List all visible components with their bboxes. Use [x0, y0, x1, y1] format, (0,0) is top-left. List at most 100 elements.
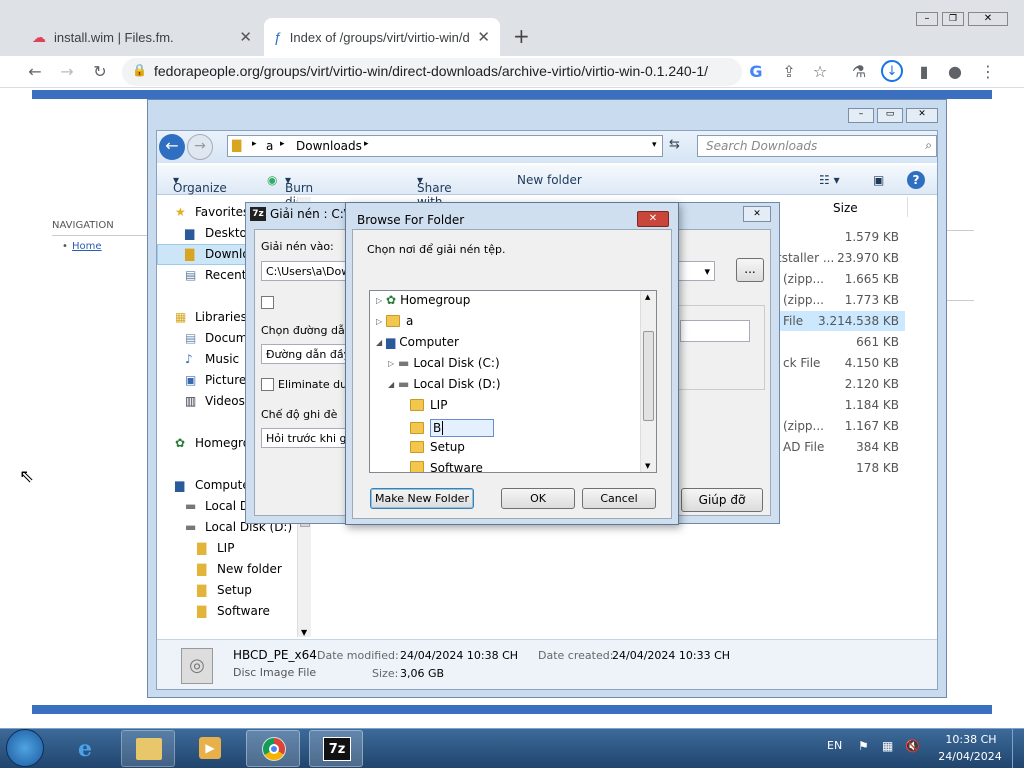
- nav-favorites[interactable]: Favorites: [195, 205, 249, 219]
- nav-local-c[interactable]: Local D: [205, 499, 249, 513]
- chevron-down-icon[interactable]: ▾: [652, 140, 657, 150]
- nav-recent[interactable]: Recent: [205, 268, 246, 282]
- folder-tree[interactable]: ▷ ✿ Homegroup ▷ a ◢ ▆ Computer ▷ ▬ Local Disk (…: [369, 290, 657, 473]
- extensions-icon[interactable]: ⚗: [848, 62, 870, 82]
- tree-item-computer[interactable]: ◢ ▆ Computer: [376, 335, 459, 349]
- taskbar-media-player[interactable]: ▶: [183, 730, 237, 767]
- scroll-down-icon[interactable]: ▼: [301, 628, 307, 637]
- view-options-icon[interactable]: ☷ ▾: [819, 173, 840, 187]
- google-lens-icon[interactable]: G: [745, 62, 767, 82]
- nav-videos[interactable]: Videos: [205, 394, 245, 408]
- nav-folder-lip[interactable]: LIP: [217, 541, 234, 555]
- nav-folder-setup[interactable]: Setup: [217, 583, 252, 597]
- column-header-size[interactable]: Size: [833, 201, 858, 215]
- breadcrumb-item[interactable]: Downloads: [296, 139, 362, 153]
- tree-item-setup[interactable]: Setup: [410, 440, 465, 454]
- start-button[interactable]: [6, 729, 44, 767]
- sidebar-icon[interactable]: ▮: [913, 62, 935, 82]
- language-indicator[interactable]: EN: [827, 739, 842, 752]
- minimize-icon[interactable]: –: [916, 12, 938, 26]
- path-mode-select[interactable]: Đường dẫn đầy đ: [261, 344, 351, 364]
- clock-date[interactable]: 24/04/2024: [937, 750, 1003, 763]
- expand-icon[interactable]: ▷: [376, 296, 386, 305]
- breadcrumb-item[interactable]: a: [266, 139, 273, 153]
- make-new-folder-button[interactable]: Make New Folder: [370, 488, 474, 509]
- scroll-thumb[interactable]: [643, 331, 654, 421]
- show-desktop-button[interactable]: [1012, 729, 1024, 768]
- nav-folder-software[interactable]: Software: [217, 604, 270, 618]
- minimize-icon[interactable]: –: [848, 108, 874, 123]
- home-link[interactable]: Home: [72, 241, 102, 252]
- search-input[interactable]: Search Downloads ⌕: [697, 135, 937, 157]
- tab-index-virtio[interactable]: ƒ Index of /groups/virt/virtio-win/d ✕: [264, 18, 500, 56]
- help-button[interactable]: Giúp đỡ: [681, 488, 763, 512]
- tree-item-new-folder[interactable]: B: [410, 419, 494, 437]
- menu-icon[interactable]: ⋮: [977, 62, 999, 82]
- forward-icon[interactable]: →: [187, 134, 213, 160]
- close-window-icon[interactable]: ✕: [968, 12, 1008, 26]
- tree-scrollbar[interactable]: ▲ ▼: [640, 291, 656, 472]
- extract-path-dropdown[interactable]: ▾: [675, 261, 715, 281]
- scroll-up-icon[interactable]: ▲: [645, 293, 650, 301]
- nav-downloads[interactable]: Downlo: [205, 247, 250, 261]
- tree-item-local-c[interactable]: ▷ ▬ Local Disk (C:): [388, 356, 500, 370]
- download-icon[interactable]: ↓: [881, 60, 903, 82]
- nav-documents[interactable]: Docum: [205, 331, 247, 345]
- share-icon[interactable]: ⇪: [778, 62, 800, 82]
- forward-icon[interactable]: →: [56, 62, 78, 82]
- nav-computer[interactable]: Compute: [195, 478, 250, 492]
- organize-button[interactable]: Organize ▾: [173, 173, 227, 195]
- tree-item-homegroup[interactable]: ▷ ✿ Homegroup: [376, 293, 470, 307]
- network-icon[interactable]: ▦: [882, 739, 893, 753]
- back-icon[interactable]: ←: [159, 134, 185, 160]
- close-tab-icon[interactable]: ✕: [239, 28, 252, 46]
- cancel-button[interactable]: Cancel: [582, 488, 656, 509]
- volume-muted-icon[interactable]: 🔇: [905, 739, 920, 753]
- burn-disc-button[interactable]: Burn disc image ▾: [285, 173, 322, 223]
- expand-icon[interactable]: ▷: [376, 317, 386, 326]
- profile-icon[interactable]: ●: [944, 62, 966, 82]
- taskbar-explorer[interactable]: [121, 730, 175, 767]
- expand-icon[interactable]: ▷: [388, 359, 398, 368]
- address-bar[interactable]: 🔒 fedorapeople.org/groups/virt/virtio-wi…: [122, 58, 742, 86]
- extract-path-field[interactable]: C:\Users\a\Dowr: [261, 261, 351, 281]
- tree-item-local-d[interactable]: ◢ ▬ Local Disk (D:): [388, 377, 501, 391]
- new-folder-button[interactable]: New folder: [517, 173, 582, 187]
- collapse-icon[interactable]: ◢: [388, 380, 398, 389]
- close-tab-icon[interactable]: ✕: [477, 28, 490, 46]
- browse-button[interactable]: ...: [736, 258, 764, 282]
- rename-input[interactable]: B: [430, 419, 494, 437]
- taskbar-ie[interactable]: e: [64, 730, 118, 767]
- preview-pane-icon[interactable]: ▣: [873, 173, 884, 187]
- collapse-icon[interactable]: ◢: [376, 338, 386, 347]
- back-icon[interactable]: ←: [24, 62, 46, 82]
- close-icon[interactable]: ✕: [637, 211, 669, 227]
- scroll-down-icon[interactable]: ▼: [645, 462, 650, 470]
- checkbox[interactable]: [261, 296, 274, 309]
- taskbar-chrome[interactable]: [246, 730, 300, 767]
- clock-time[interactable]: 10:38 CH: [943, 733, 999, 746]
- nav-folder-new[interactable]: New folder: [217, 562, 282, 576]
- help-icon[interactable]: ?: [907, 171, 925, 189]
- nav-homegroup[interactable]: Homegro: [195, 436, 250, 450]
- flag-icon[interactable]: ⚑: [858, 739, 869, 753]
- bookmark-star-icon[interactable]: ☆: [809, 62, 831, 82]
- refresh-icon[interactable]: ⇆: [669, 137, 680, 152]
- close-icon[interactable]: ✕: [743, 206, 771, 222]
- maximize-icon[interactable]: ▭: [877, 108, 903, 123]
- overwrite-select[interactable]: Hỏi trước khi ghi c: [261, 428, 351, 448]
- new-tab-icon[interactable]: +: [513, 24, 530, 48]
- nav-libraries[interactable]: Libraries: [195, 310, 247, 324]
- tree-item-software[interactable]: Software: [410, 461, 483, 472]
- share-with-button[interactable]: Share with ▾: [417, 173, 452, 209]
- ok-button[interactable]: OK: [501, 488, 575, 509]
- reload-icon[interactable]: ↻: [89, 62, 111, 82]
- breadcrumb[interactable]: ▇ ▸ a ▸ Downloads ▸ ▾: [227, 135, 663, 157]
- tree-item-lip[interactable]: LIP: [410, 398, 447, 412]
- tree-item-a[interactable]: ▷ a: [376, 314, 413, 328]
- nav-music[interactable]: Music: [205, 352, 239, 366]
- tab-install-wim[interactable]: ☁ install.wim | Files.fm. ✕: [22, 18, 262, 56]
- eliminate-checkbox[interactable]: [261, 378, 274, 391]
- restore-icon[interactable]: ❐: [942, 12, 964, 26]
- taskbar-7zip[interactable]: 7z: [309, 730, 363, 767]
